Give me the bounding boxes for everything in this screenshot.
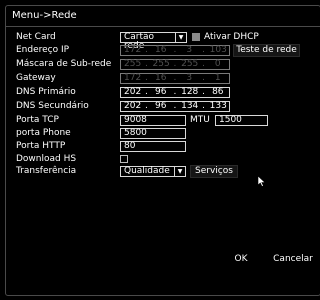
gateway-octet: 172 [124,73,142,83]
ip-octet: 103 [209,45,227,55]
mask-octet: 255 [124,59,142,69]
dns1-octet: 96 [154,87,167,97]
mask-dot: . [202,59,205,69]
mouse-cursor-icon [258,176,266,187]
mask-octet: 255 [181,59,199,69]
title-bar: Menu->Rede [6,6,320,27]
dns2-octet: 134 [181,101,199,111]
window-title: Menu->Rede [12,10,77,21]
net-card-select[interactable]: Cartão rede ▼ [120,32,187,51]
test-network-button[interactable]: Teste de rede [233,44,300,57]
label-http-port: Porta HTTP [16,141,66,151]
dns1-octet: 86 [212,87,224,97]
label-gateway: Gateway [16,73,56,83]
http-port-input[interactable]: 80 [120,141,186,152]
mask-octet: 255 [152,59,170,69]
primary-dns-field[interactable]: 202. 96. 128. 86 [120,87,230,98]
dns1-dot: . [144,87,148,97]
gateway-octet: 1 [214,73,221,83]
tcp-port-input[interactable]: 9008 [120,115,186,126]
label-subnet-mask: Máscara de Sub-rede [16,59,112,69]
subnet-mask-field[interactable]: 255. 255. 255. 0 [120,59,230,70]
dns2-octet: 133 [209,101,227,111]
label-secondary-dns: DNS Secundário [16,101,89,111]
ip-dot: . [144,45,148,55]
gateway-octet: 16 [154,73,167,83]
dhcp-checkbox[interactable] [192,33,200,41]
ip-address-field[interactable]: 172. 16. 3. 103 [120,45,230,56]
label-ip-address: Endereço IP [16,45,70,55]
cancel-button[interactable]: Cancelar [270,254,316,267]
phone-port-input[interactable]: 5800 [120,128,186,139]
ip-octet: 16 [154,45,167,55]
gateway-octet: 3 [186,73,193,83]
ip-octet: 172 [124,45,142,55]
mtu-input[interactable]: 1500 [215,115,268,126]
dns1-dot: . [202,87,205,97]
dns2-dot: . [173,101,177,111]
label-download-hs: Download HS [16,154,77,164]
transfer-select[interactable]: Qualidade ▼ [120,166,186,177]
gateway-dot: . [202,73,205,83]
ip-dot: . [202,45,205,55]
dns1-octet: 128 [181,87,199,97]
mtu-label: MTU [190,115,210,125]
label-transfer: Transferência [16,166,77,176]
gateway-field[interactable]: 172. 16. 3. 1 [120,73,230,84]
dns2-octet: 202 [124,101,142,111]
ok-button[interactable]: OK [222,254,260,267]
ip-dot: . [173,45,177,55]
label-tcp-port: Porta TCP [16,115,59,125]
dns2-octet: 96 [154,101,167,111]
dns2-dot: . [202,101,205,111]
mask-dot: . [173,59,177,69]
gateway-dot: . [144,73,148,83]
dns2-dot: . [144,101,148,111]
mask-octet: 0 [214,59,221,69]
services-button[interactable]: Serviços [190,165,238,178]
dns1-octet: 202 [124,87,142,97]
gateway-dot: . [173,73,177,83]
label-primary-dns: DNS Primário [16,87,76,97]
dns1-dot: . [173,87,177,97]
ip-octet: 3 [186,45,193,55]
dhcp-label: Ativar DHCP [204,32,259,42]
label-net-card: Net Card [16,32,56,42]
dropdown-arrow-icon: ▼ [175,33,186,42]
label-phone-port: porta Phone [16,128,71,138]
download-hs-checkbox[interactable] [120,155,128,163]
mask-dot: . [144,59,148,69]
dropdown-arrow-icon: ▼ [174,167,185,176]
transfer-value: Qualidade [124,166,170,176]
secondary-dns-field[interactable]: 202. 96. 134. 133 [120,101,230,112]
